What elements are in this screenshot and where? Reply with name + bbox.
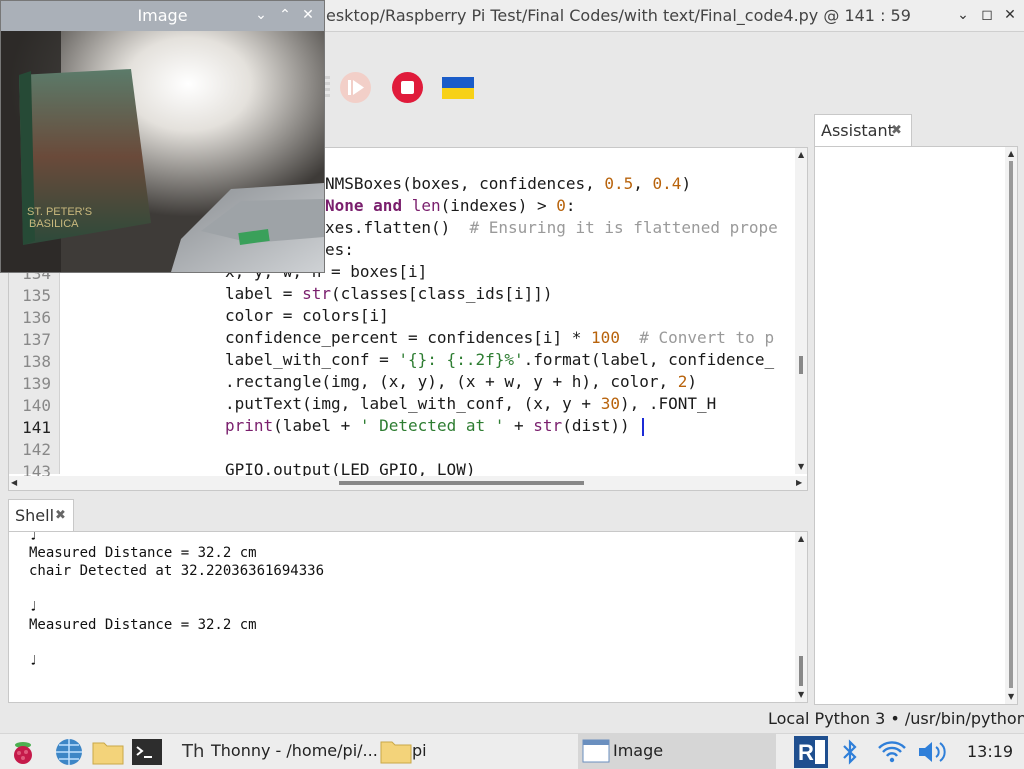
- text-cursor: [642, 418, 644, 436]
- close-button[interactable]: ✕: [299, 6, 317, 24]
- wifi-icon[interactable]: [877, 739, 907, 765]
- shell-tab-label: Shell: [15, 506, 55, 525]
- shell-line: chair Detected at 32.22036361694336: [29, 563, 325, 579]
- minimize-button[interactable]: ⌄: [954, 6, 972, 24]
- image-window[interactable]: Image ⌄ ⌃ ✕ ST. PETER'S BASILICA: [0, 0, 325, 273]
- volume-icon[interactable]: [917, 740, 947, 764]
- code-line[interactable]: label = str(classes[class_ids[i]]): [225, 284, 553, 303]
- taskbar-thonny[interactable]: Th Thonny - /home/pi/...: [180, 734, 378, 769]
- interpreter-status[interactable]: Local Python 3 • /usr/bin/python3: [768, 709, 1024, 728]
- line-number: 136: [22, 308, 51, 327]
- camera-feed-image: ST. PETER'S BASILICA: [1, 31, 324, 272]
- raspberry-menu-icon[interactable]: [10, 739, 36, 765]
- terminal-icon[interactable]: [131, 738, 163, 766]
- file-manager-icon[interactable]: [92, 739, 124, 765]
- code-line[interactable]: color = colors[i]: [225, 306, 389, 325]
- book-cover-text: BASILICA: [29, 218, 79, 230]
- maximize-button[interactable]: ◻: [978, 6, 996, 24]
- shell-console[interactable]: ♩ Measured Distance = 32.2 cm chair Dete…: [8, 531, 808, 703]
- tab-shell[interactable]: Shell ✖: [8, 499, 74, 532]
- maximize-button[interactable]: ⌃: [276, 6, 294, 24]
- book-cover-text: ST. PETER'S: [27, 206, 92, 218]
- editor-vertical-scrollbar[interactable]: ▲ ▼: [795, 148, 807, 474]
- clock[interactable]: 13:19: [967, 742, 1013, 761]
- shell-line: ♩: [29, 531, 38, 544]
- ukraine-flag-icon[interactable]: [442, 77, 474, 99]
- folder-icon: [380, 741, 412, 764]
- line-number: 135: [22, 286, 51, 305]
- assistant-tab-label: Assistant: [821, 121, 894, 140]
- taskbar-folder[interactable]: pi: [378, 734, 568, 769]
- assistant-panel[interactable]: ▲ ▼: [814, 146, 1018, 705]
- line-number-current: 141: [22, 418, 51, 437]
- line-number: 140: [22, 396, 51, 415]
- code-line[interactable]: es:: [325, 240, 354, 259]
- shell-line: ♩: [29, 653, 38, 669]
- shell-vertical-scrollbar[interactable]: ▲ ▼: [795, 532, 807, 702]
- minimize-button[interactable]: ⌄: [252, 6, 270, 24]
- image-window-titlebar[interactable]: Image ⌄ ⌃ ✕: [1, 1, 324, 31]
- line-number: 137: [22, 330, 51, 349]
- resume-icon[interactable]: [340, 72, 371, 103]
- taskbar-image-label: Image: [613, 741, 664, 760]
- svg-text:R: R: [798, 740, 814, 765]
- line-number: 138: [22, 352, 51, 371]
- line-number: 142: [22, 440, 51, 459]
- code-line[interactable]: .rectangle(img, (x, y), (x + w, y + h), …: [225, 372, 697, 391]
- taskbar: Th Thonny - /home/pi/... pi Image R 13:1…: [0, 733, 1024, 769]
- stop-icon[interactable]: [392, 72, 423, 103]
- window-icon: [582, 739, 610, 763]
- window-title: esktop/Raspberry Pi Test/Final Codes/wit…: [326, 6, 911, 25]
- close-tab-icon[interactable]: ✖: [891, 123, 902, 138]
- shell-line: Measured Distance = 32.2 cm: [29, 545, 257, 561]
- line-number: 139: [22, 374, 51, 393]
- shell-line: Measured Distance = 32.2 cm: [29, 617, 257, 633]
- shell-line: ♩: [29, 599, 38, 615]
- code-line[interactable]: xes.flatten() # Ensuring it is flattened…: [325, 218, 778, 237]
- code-line[interactable]: confidence_percent = confidences[i] * 10…: [225, 328, 774, 347]
- assistant-vertical-scrollbar[interactable]: ▲ ▼: [1005, 147, 1017, 704]
- code-line[interactable]: print(label + ' Detected at ' + str(dist…: [225, 416, 630, 435]
- code-line[interactable]: label_with_conf = '{}: {:.2f}%'.format(l…: [225, 350, 774, 369]
- thonny-icon: Th: [182, 741, 205, 762]
- web-browser-icon[interactable]: [54, 737, 84, 767]
- taskbar-image[interactable]: Image: [578, 734, 776, 769]
- close-button[interactable]: ✕: [1001, 6, 1019, 24]
- bluetooth-icon[interactable]: [840, 739, 860, 765]
- code-line[interactable]: None and len(indexes) > 0:: [325, 196, 576, 215]
- code-line[interactable]: NMSBoxes(boxes, confidences, 0.5, 0.4): [325, 174, 691, 193]
- code-line[interactable]: .putText(img, label_with_conf, (x, y + 3…: [225, 394, 716, 413]
- vnc-icon[interactable]: R: [794, 736, 828, 768]
- taskbar-thonny-label: Thonny - /home/pi/...: [211, 741, 378, 760]
- close-tab-icon[interactable]: ✖: [55, 508, 66, 523]
- editor-horizontal-scrollbar[interactable]: ◀ ▶: [9, 476, 807, 490]
- tab-assistant[interactable]: Assistant ✖: [814, 114, 912, 147]
- taskbar-folder-label: pi: [412, 741, 427, 760]
